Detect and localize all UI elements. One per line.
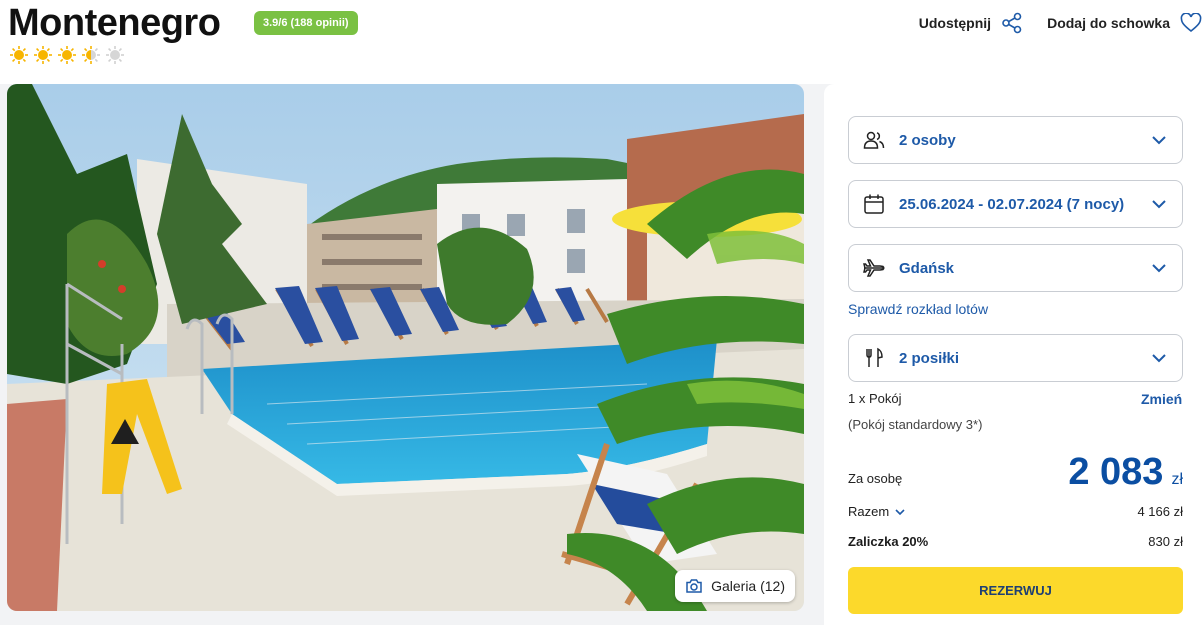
persons-value: 2 osoby: [899, 131, 956, 149]
calendar-icon: [864, 194, 884, 214]
change-room-link[interactable]: Zmień: [1141, 391, 1182, 407]
airplane-icon: [863, 259, 885, 277]
half-sun-icon: [82, 46, 100, 64]
header-actions: Udostępnij Dodaj do schowka: [919, 12, 1202, 34]
rating-badge[interactable]: 3.9/6 (188 opinii): [254, 11, 358, 35]
total-label: Razem: [848, 504, 890, 519]
gallery-button[interactable]: Galeria (12): [675, 570, 795, 602]
chevron-down-icon: [1152, 200, 1166, 209]
gallery-label: Galeria (12): [711, 578, 785, 594]
add-to-favorites-button[interactable]: Dodaj do schowka: [1047, 13, 1202, 33]
deposit-value: 830 zł: [1148, 534, 1183, 549]
pool-scene-image: [7, 84, 804, 611]
camera-icon: [686, 579, 702, 593]
hotel-stars: [9, 45, 125, 65]
empty-sun-icon: [106, 46, 124, 64]
people-icon: [863, 131, 885, 149]
favorites-label: Dodaj do schowka: [1047, 15, 1170, 31]
departure-value: Gdańsk: [899, 259, 955, 277]
room-type: (Pokój standardowy 3*): [848, 417, 983, 432]
price-per-person: 2 083 zł: [1068, 451, 1183, 494]
total-value: 4 166 zł: [1137, 504, 1183, 519]
flight-schedule-link[interactable]: Sprawdź rozkład lotów: [848, 301, 988, 317]
meals-value: 2 posiłki: [899, 349, 960, 367]
sun-icon: [34, 46, 52, 64]
total-row: Razem 4 166 zł: [848, 504, 1183, 519]
chevron-down-icon: [1152, 354, 1166, 363]
hotel-title: Montenegro: [8, 2, 221, 44]
cutlery-icon: [866, 347, 883, 367]
price-value: 2 083: [1068, 451, 1164, 493]
room-count: 1 x Pokój: [848, 391, 902, 406]
deposit-label: Zaliczka 20%: [848, 534, 929, 549]
dates-value: 25.06.2024 - 02.07.2024 (7 nocy): [899, 195, 1125, 213]
reserve-button[interactable]: REZERWUJ: [848, 567, 1183, 614]
share-button[interactable]: Udostępnij: [919, 12, 1023, 34]
persons-select[interactable]: 2 osoby: [848, 116, 1183, 164]
hotel-photo[interactable]: Galeria (12): [7, 84, 804, 611]
deposit-row: Zaliczka 20% 830 zł: [848, 534, 1183, 549]
heart-icon: [1180, 13, 1202, 33]
sun-icon: [10, 46, 28, 64]
dates-select[interactable]: 25.06.2024 - 02.07.2024 (7 nocy): [848, 180, 1183, 228]
share-icon: [1002, 12, 1022, 34]
booking-panel: 2 osoby 25.06.2024 - 02.07.2024 (7 nocy)…: [824, 84, 1202, 625]
hotel-header: Montenegro 3.9/6 (188 opinii) Udostępnij: [0, 0, 1202, 84]
share-label: Udostępnij: [918, 15, 992, 31]
meals-select[interactable]: 2 posiłki: [848, 334, 1183, 382]
chevron-down-icon: [895, 508, 905, 515]
departure-select[interactable]: Gdańsk: [848, 244, 1183, 292]
sun-icon: [58, 46, 76, 64]
chevron-down-icon: [1152, 136, 1166, 145]
total-toggle[interactable]: Razem: [848, 504, 906, 519]
price-currency: zł: [1171, 471, 1183, 488]
per-person-label: Za osobę: [848, 471, 903, 486]
chevron-down-icon: [1152, 264, 1166, 273]
